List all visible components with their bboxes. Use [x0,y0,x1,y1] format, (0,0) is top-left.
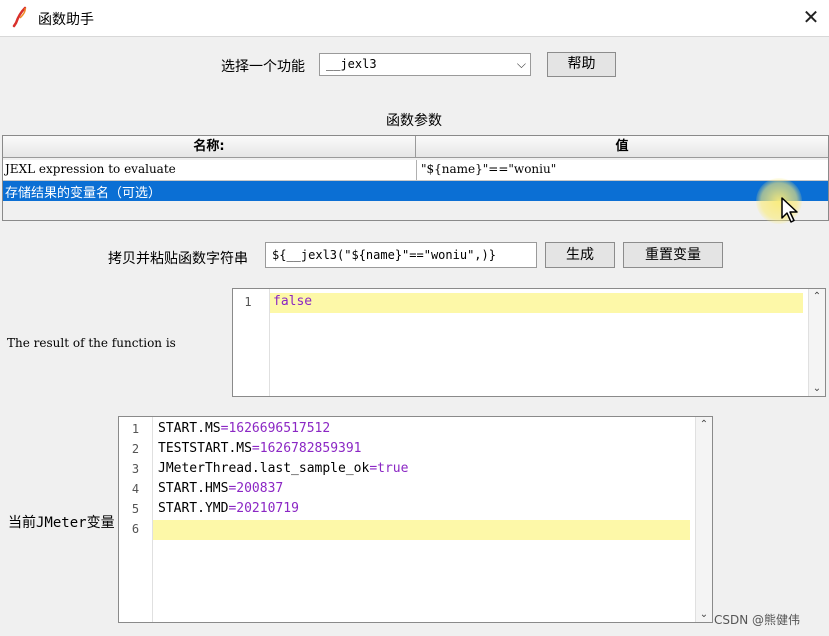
jmeter-variables-label: 当前JMeter变量 [8,515,115,531]
function-string-field[interactable]: ${__jexl3("${name}"=="woniu",)} [265,242,537,268]
variables-editor[interactable]: 1 2 3 4 5 6 START.MS=1626696517512 TESTS… [118,416,713,623]
current-line-highlight [270,293,803,313]
params-title: 函数参数 [386,113,442,129]
equals-sign: = [369,461,378,476]
line-number: 3 [131,462,140,476]
result-value: false [273,294,313,309]
column-header-value[interactable]: 值 [416,136,828,158]
variable-value: true [377,461,409,476]
variable-key: START.MS [158,421,221,436]
variable-value: 200837 [236,481,284,496]
chevron-down-icon[interactable]: ⌄ [696,609,712,620]
variable-line: START.HMS=200837 [158,481,283,496]
window-title: 函数助手 [38,12,94,28]
chevron-up-icon[interactable]: ⌃ [696,419,712,430]
chevron-down-icon[interactable]: ⌵ [517,57,526,72]
variable-line: JMeterThread.last_sample_ok=true [158,461,408,476]
table-row-selected[interactable]: 存储结果的变量名（可选） [3,181,828,201]
feather-pen-icon [12,6,27,28]
chevron-up-icon[interactable]: ⌃ [809,291,825,302]
line-number-gutter: 1 [233,289,270,396]
help-button[interactable]: 帮助 [547,52,616,77]
line-number: 2 [131,442,140,456]
variable-line: START.YMD=20210719 [158,501,299,516]
column-divider [416,160,417,180]
variable-key: JMeterThread.last_sample_ok [158,461,370,476]
variable-key: TESTSTART.MS [158,441,252,456]
generate-button[interactable]: 生成 [545,242,615,268]
param-value-cell[interactable]: "${name}"=="woniu" [421,162,556,176]
result-editor[interactable]: 1 false ⌃ ⌄ [232,288,826,397]
variable-line: START.MS=1626696517512 [158,421,330,436]
line-number-gutter: 1 2 3 4 5 6 [119,417,153,622]
result-label: The result of the function is [7,336,176,350]
line-number: 6 [131,522,140,536]
variable-key: START.HMS [158,481,229,496]
line-number: 1 [131,422,140,436]
mouse-pointer-icon [781,197,798,223]
param-name-cell[interactable]: JEXL expression to evaluate [5,162,176,176]
equals-sign: = [251,441,260,456]
params-table: 名称: 值 JEXL expression to evaluate "${nam… [2,135,829,221]
function-dropdown[interactable]: __jexl3 ⌵ [319,53,531,76]
variable-value: 20210719 [236,501,299,516]
copy-string-label: 拷贝并粘贴函数字符串 [108,251,248,267]
close-icon[interactable]: ✕ [798,4,824,30]
line-number: 4 [131,482,140,496]
function-dropdown-value: __jexl3 [326,57,377,71]
param-name-cell[interactable]: 存储结果的变量名（可选） [5,182,161,201]
current-line-highlight [153,520,690,540]
table-row[interactable]: JEXL expression to evaluate "${name}"=="… [3,160,828,181]
title-bar: 函数助手 ✕ [0,0,829,37]
column-header-name[interactable]: 名称: [3,136,416,158]
function-select-label: 选择一个功能 [221,59,305,75]
line-number: 1 [244,295,252,309]
vertical-scrollbar[interactable]: ⌃ ⌄ [695,417,712,622]
reset-variables-button[interactable]: 重置变量 [623,242,723,268]
variable-key: START.YMD [158,501,229,516]
variable-value: 1626696517512 [228,421,331,436]
variable-value: 1626782859391 [259,441,362,456]
watermark: CSDN @熊健伟 [714,613,801,627]
chevron-down-icon[interactable]: ⌄ [809,383,825,394]
line-number: 5 [131,502,140,516]
variable-line: TESTSTART.MS=1626782859391 [158,441,362,456]
vertical-scrollbar[interactable]: ⌃ ⌄ [808,289,825,396]
